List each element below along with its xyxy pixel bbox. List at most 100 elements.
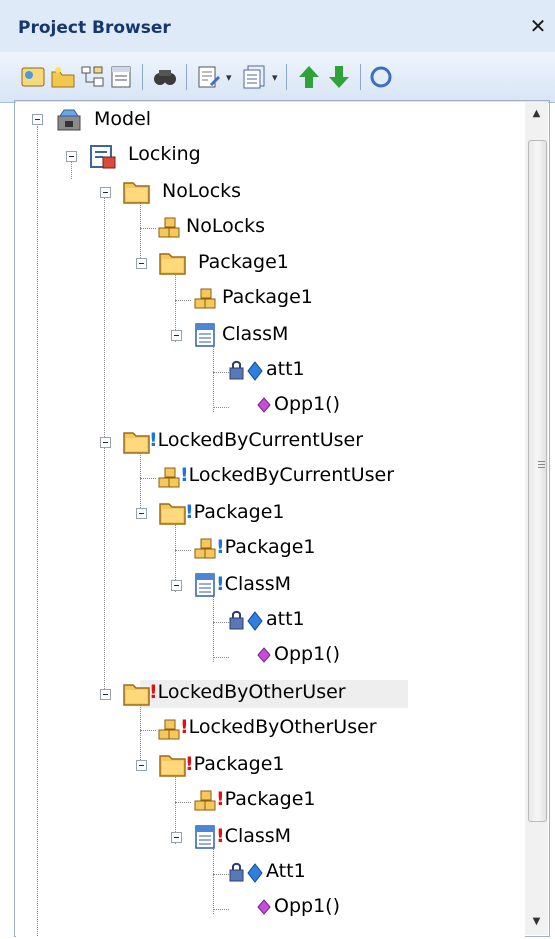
package-element-icon (192, 788, 218, 818)
tree-item-label[interactable]: Locking (128, 143, 201, 165)
tree-item-label[interactable]: !ClassM (216, 573, 291, 595)
tree-item-label[interactable]: Package1 (198, 251, 289, 273)
diagram-package-icon (88, 143, 118, 175)
tree-item-label[interactable]: att1 (266, 358, 305, 380)
toolbar-separator (286, 64, 287, 90)
tree-line (175, 550, 191, 551)
collapse-classm-icon[interactable] (171, 330, 182, 341)
tree-line (213, 846, 214, 914)
tree-item-label[interactable]: NoLocks (162, 180, 241, 202)
locked-by-other-user-marker: ! (216, 788, 225, 810)
new-package-icon[interactable] (50, 64, 76, 90)
package-element-icon (192, 286, 218, 316)
tree-line (213, 622, 229, 623)
collapse-nolocks-icon[interactable] (100, 187, 111, 198)
scroll-up-icon[interactable]: ▲ (525, 102, 548, 126)
locked-by-current-user-marker: ! (216, 573, 225, 595)
collapse-classm-icon[interactable] (171, 832, 182, 843)
tree-item-label[interactable]: !Package1 (216, 536, 316, 558)
locked-by-other-user-marker: ! (149, 681, 158, 703)
vertical-scrollbar[interactable]: ▲ ▼ (525, 102, 548, 935)
tree-item-label[interactable]: !LockedByOtherUser (180, 716, 377, 738)
properties-icon[interactable] (196, 64, 222, 90)
collapse-other-user-icon[interactable] (100, 689, 111, 700)
collapse-package1-icon[interactable] (136, 760, 147, 771)
tree-line (213, 407, 229, 408)
tree-line (140, 730, 156, 731)
tree-item-label[interactable]: !Package1 (216, 788, 316, 810)
package-folder-icon (122, 428, 152, 460)
tree-line (140, 478, 156, 479)
locked-by-other-user-marker: ! (180, 716, 189, 738)
tree-line (213, 874, 229, 875)
locked-by-current-user-marker: ! (180, 464, 189, 486)
grip-icon (538, 461, 545, 470)
tree-item-label[interactable]: !LockedByCurrentUser (149, 429, 363, 451)
properties-dropdown-icon[interactable]: ▾ (226, 71, 232, 84)
close-button[interactable]: ✕ (526, 14, 550, 38)
tree-line (71, 159, 72, 179)
tree-line (213, 372, 229, 373)
collapse-locking-icon[interactable] (66, 151, 77, 162)
panel-title: Project Browser (18, 18, 171, 38)
panel-title-bar: Project Browser ✕ (0, 0, 555, 52)
scroll-thumb[interactable] (528, 140, 547, 822)
lock-icon (228, 860, 246, 888)
toolbar-separator (360, 64, 361, 90)
tree-item-label[interactable]: Att1 (266, 860, 306, 882)
tree-item-label[interactable]: Package1 (222, 286, 313, 308)
layout-dropdown-icon[interactable]: ▾ (272, 71, 278, 84)
tree-item-label[interactable]: NoLocks (186, 215, 265, 237)
locked-by-other-user-marker: ! (216, 825, 225, 847)
package-element-icon (156, 717, 182, 747)
tree-line (140, 228, 156, 229)
new-element-icon[interactable] (108, 64, 134, 90)
tree-line (175, 802, 191, 803)
tree-item-label[interactable]: att1 (266, 608, 305, 630)
package-element-icon (156, 215, 182, 245)
tree-line (213, 909, 229, 910)
tree-item-label[interactable]: !Package1 (185, 501, 285, 523)
collapse-current-user-icon[interactable] (100, 437, 111, 448)
locked-by-current-user-marker: ! (185, 501, 194, 523)
tree-item-label[interactable]: Opp1() (274, 643, 340, 665)
package-folder-icon (158, 499, 188, 531)
toolbar-separator (142, 64, 143, 90)
tree-line (175, 300, 191, 301)
model-root-icon (54, 106, 84, 138)
package-folder-icon (158, 751, 188, 783)
locked-by-current-user-marker: ! (149, 429, 158, 451)
class-icon (192, 321, 218, 353)
new-model-icon[interactable] (20, 64, 46, 90)
tree-item-label[interactable]: !LockedByCurrentUser (180, 464, 394, 486)
collapse-package1-icon[interactable] (136, 508, 147, 519)
locked-by-current-user-marker: ! (216, 536, 225, 558)
collapse-package1-icon[interactable] (136, 258, 147, 269)
lock-icon (228, 608, 246, 636)
more-icon[interactable] (368, 64, 394, 90)
operation-icon (256, 898, 272, 920)
collapse-model-icon[interactable] (32, 114, 43, 125)
tree-line (213, 344, 214, 412)
package-folder-icon (158, 249, 188, 281)
tree-item-label[interactable]: ClassM (222, 323, 288, 345)
tree-line (213, 657, 229, 658)
tree-item-label[interactable]: !LockedByOtherUser (149, 681, 346, 703)
tree-item-label[interactable]: !ClassM (216, 825, 291, 847)
new-diagram-icon[interactable] (80, 64, 106, 90)
move-up-icon[interactable] (296, 64, 322, 90)
collapse-classm-icon[interactable] (171, 580, 182, 591)
package-element-icon (192, 536, 218, 566)
tree-item-label[interactable]: Opp1() (274, 895, 340, 917)
move-down-icon[interactable] (326, 64, 352, 90)
attribute-icon (246, 610, 264, 636)
tree-item-label[interactable]: !Package1 (185, 753, 285, 775)
class-icon (192, 571, 218, 603)
find-icon[interactable] (152, 64, 178, 90)
tree-item-label[interactable]: Model (94, 108, 151, 130)
layout-icon[interactable] (242, 64, 268, 90)
tree-item-label[interactable]: Opp1() (274, 393, 340, 415)
tree-line (213, 594, 214, 662)
scroll-down-icon[interactable]: ▼ (525, 910, 548, 934)
locked-by-other-user-marker: ! (185, 753, 194, 775)
